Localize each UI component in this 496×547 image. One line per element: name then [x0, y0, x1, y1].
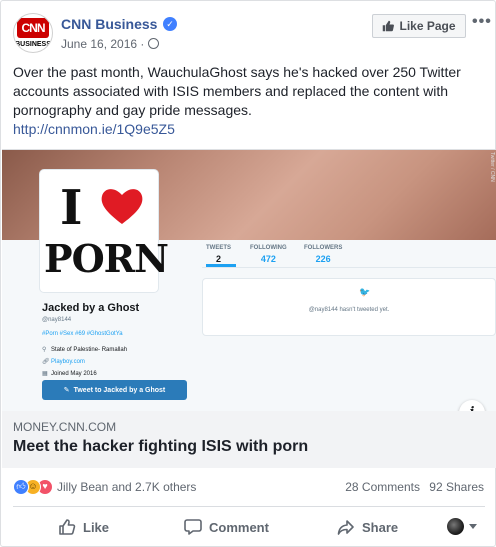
thumbs-up-outline-icon — [59, 519, 76, 535]
tweet-to-button: ✎ Tweet to Jacked by a Ghost — [42, 380, 187, 400]
stat-tweets: TWEETS 2 — [206, 245, 231, 264]
tweet-to-label: Tweet to Jacked by a Ghost — [73, 386, 166, 394]
profile-website: 🔗︎Playboy.com — [42, 358, 85, 365]
post-timestamp[interactable]: June 16, 2016 · — [61, 37, 144, 51]
profile-bio: #Porn #Sex #69 #GhostGotYa — [42, 331, 123, 337]
post-as-selector[interactable] — [447, 518, 477, 535]
stat-following-value: 472 — [260, 254, 276, 264]
share-label: Share — [362, 519, 399, 535]
post-message-text: Over the past month, WauchulaGhost says … — [13, 64, 461, 118]
calendar-icon: ▦ — [42, 371, 48, 377]
post-message: Over the past month, WauchulaGhost says … — [13, 63, 485, 139]
like-button[interactable]: Like — [58, 515, 109, 539]
link-title[interactable]: Meet the hacker fighting ISIS with porn — [13, 438, 308, 456]
profile-joined: ▦ Joined May 2016 — [42, 370, 97, 377]
comment-button[interactable]: Comment — [184, 515, 269, 539]
reaction-summary[interactable]: 👍︎ ☺ ♥ Jilly Bean and 2.7K others — [13, 478, 196, 496]
heart-icon — [101, 189, 143, 224]
engagement-counts: 28 Comments 92 Shares — [345, 480, 484, 494]
chevron-down-icon — [469, 524, 477, 529]
stat-followers-label: FOLLOWERS — [304, 245, 343, 251]
globe-icon — [148, 38, 159, 49]
stat-tweets-label: TWEETS — [206, 245, 231, 251]
thumbs-up-icon — [383, 20, 395, 32]
stats-divider — [202, 267, 496, 268]
user-avatar — [447, 518, 464, 535]
page-avatar[interactable]: CNN BUSINESS — [13, 13, 53, 53]
card-word: PORN — [44, 236, 169, 281]
comment-icon — [184, 519, 202, 535]
stat-followers-value: 226 — [315, 254, 331, 264]
location-pin-icon: ⚲ — [42, 347, 47, 353]
twitter-bird-icon: 🐦 — [359, 287, 371, 297]
empty-timeline-box: 🐦 @nay8144 hasn't tweeted yet. — [202, 278, 496, 336]
profile-location-text: State of Palestine- Ramallah — [51, 347, 128, 353]
shares-count[interactable]: 92 Shares — [429, 480, 484, 494]
profile-location: ⚲ State of Palestine- Ramallah — [42, 346, 127, 353]
stat-followers: FOLLOWERS 226 — [304, 245, 342, 264]
page-name-link[interactable]: CNN Business — [61, 16, 157, 32]
post-link[interactable]: http://cnnmon.ie/1Q9e5Z5 — [13, 120, 485, 139]
ellipsis-icon[interactable]: ••• — [472, 13, 492, 31]
like-label: Like — [83, 519, 110, 535]
share-icon — [337, 520, 354, 535]
profile-handle: @nay8144 — [42, 317, 72, 323]
like-page-label: Like Page — [399, 19, 456, 33]
image-credit: Twitter / CNN — [489, 152, 495, 182]
cnn-logo: CNN — [17, 18, 49, 38]
preview-image[interactable]: TWEETS 2 FOLLOWING 472 FOLLOWERS 226 🐦 @… — [2, 150, 496, 411]
link-preview[interactable]: TWEETS 2 FOLLOWING 472 FOLLOWERS 226 🐦 @… — [2, 149, 496, 468]
no-tweets-text: @nay8144 hasn't tweeted yet. — [308, 307, 390, 313]
stat-tweets-value: 2 — [215, 254, 221, 264]
card-letter-i: I — [60, 180, 83, 236]
profile-website-text: Playboy.com — [51, 359, 85, 365]
profile-name: Jacked by a Ghost — [42, 302, 140, 314]
profile-joined-text: Joined May 2016 — [51, 371, 97, 377]
stat-following: FOLLOWING 472 — [250, 245, 287, 264]
verified-badge-icon: ✓ — [163, 17, 177, 31]
share-button[interactable]: Share — [337, 515, 398, 539]
cnn-logo-subtext: BUSINESS — [15, 41, 51, 48]
compose-icon: ✎ — [63, 387, 70, 394]
actions-divider — [13, 506, 485, 507]
comment-label: Comment — [209, 519, 269, 535]
stat-following-label: FOLLOWING — [250, 245, 287, 251]
facebook-post: CNN BUSINESS CNN Business ✓ June 16, 201… — [0, 0, 496, 547]
like-page-button[interactable]: Like Page — [372, 14, 466, 38]
like-icon: 👍︎ — [13, 479, 29, 495]
comments-count[interactable]: 28 Comments — [345, 480, 420, 494]
link-preview-caption[interactable]: MONEY.CNN.COM Meet the hacker fighting I… — [2, 411, 496, 468]
link-domain: MONEY.CNN.COM — [13, 420, 117, 434]
link-icon: 🔗︎ — [42, 359, 50, 365]
reactors-text[interactable]: Jilly Bean and 2.7K others — [57, 480, 196, 494]
profile-picture-card: I PORN — [40, 170, 169, 292]
